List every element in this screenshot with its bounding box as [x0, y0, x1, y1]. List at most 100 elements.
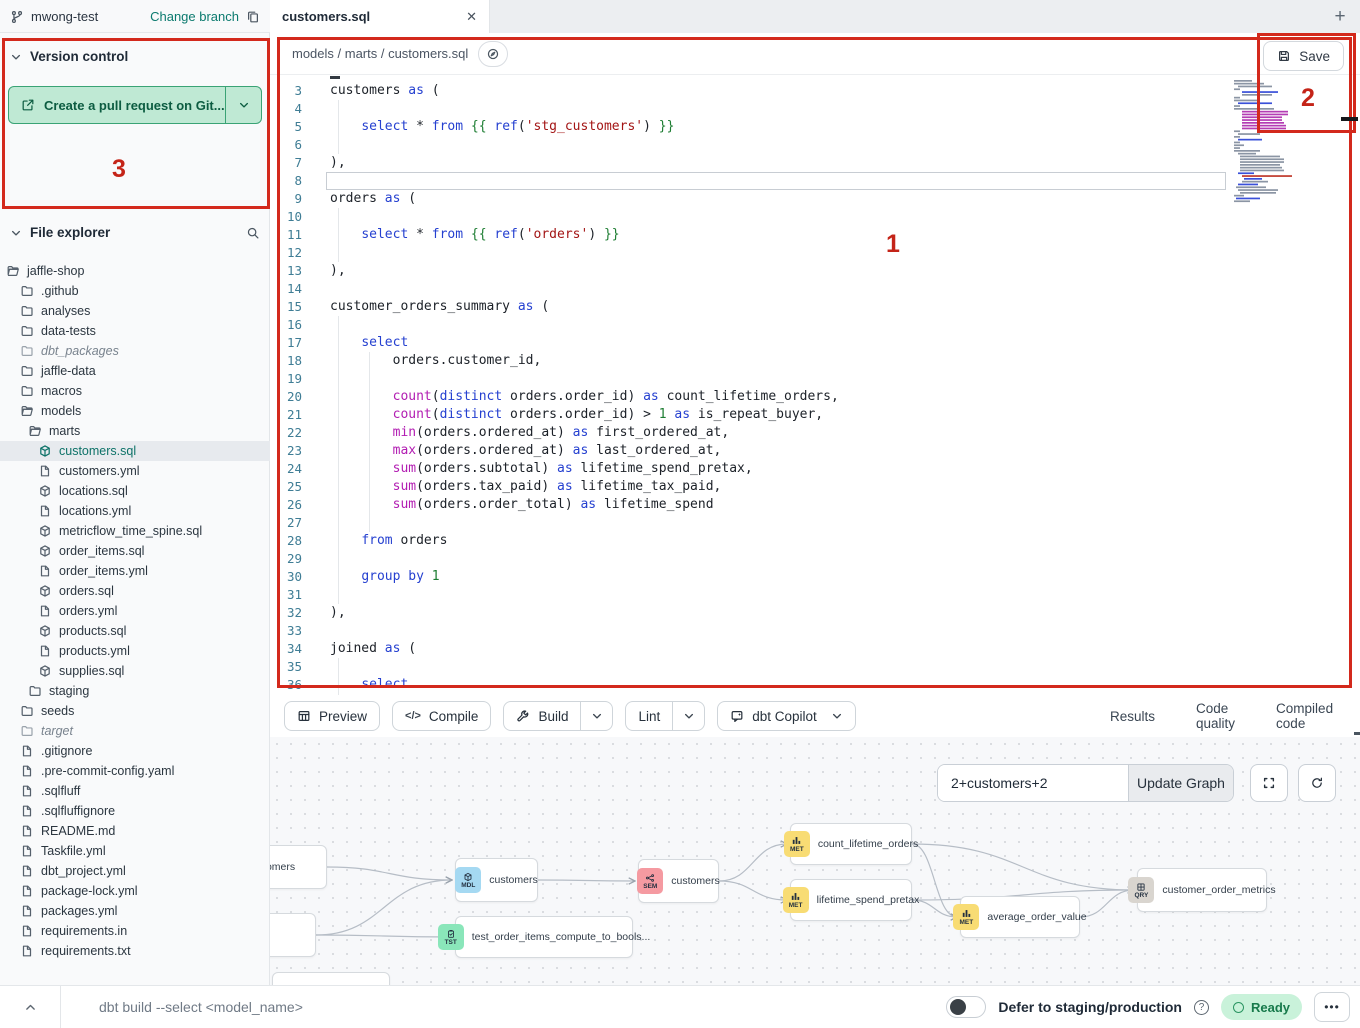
lint-button[interactable]: Lint — [625, 701, 705, 731]
tree-item[interactable]: metricflow_time_spine.sql — [0, 521, 270, 541]
expand-command-bar-icon[interactable] — [0, 1001, 60, 1014]
code-line[interactable]: sum(orders.order_total) as lifetime_spen… — [330, 496, 1230, 514]
tree-item[interactable]: marts — [0, 421, 270, 441]
tree-item[interactable]: .github — [0, 281, 270, 301]
code-line[interactable] — [330, 658, 1230, 676]
code-line[interactable]: select — [330, 676, 1230, 694]
code-line[interactable] — [330, 280, 1230, 298]
lineage-node-customers-sem[interactable]: SEMcustomers — [638, 859, 719, 903]
code-line[interactable]: from orders — [330, 532, 1230, 550]
code-lines[interactable]: customers as ( select * from {{ ref('stg… — [330, 82, 1230, 694]
tree-item[interactable]: customers.sql — [0, 441, 270, 461]
code-line[interactable]: min(orders.ordered_at) as first_ordered_… — [330, 424, 1230, 442]
tree-item[interactable]: orders.sql — [0, 581, 270, 601]
lineage-node-lifetime-spend-pretax[interactable]: METlifetime_spend_pretax — [790, 879, 912, 921]
tree-item[interactable]: supplies.sql — [0, 661, 270, 681]
tree-item[interactable]: package-lock.yml — [0, 881, 270, 901]
tree-item[interactable]: README.md — [0, 821, 270, 841]
code-editor[interactable]: 3456789101112131415161718192021222324252… — [270, 75, 1360, 695]
code-line[interactable]: sum(orders.tax_paid) as lifetime_tax_pai… — [330, 478, 1230, 496]
tree-item[interactable]: .sqlfluffignore — [0, 801, 270, 821]
lineage-node-test-order-items[interactable]: TSTtest_order_items_compute_to_bools... — [455, 916, 633, 958]
build-button[interactable]: Build — [503, 701, 613, 731]
tree-item[interactable]: target — [0, 721, 270, 741]
tree-item[interactable]: requirements.in — [0, 921, 270, 941]
tab-compiled-code[interactable]: Compiled code — [1276, 695, 1333, 737]
tree-item[interactable]: locations.yml — [0, 501, 270, 521]
code-line[interactable]: orders as ( — [330, 190, 1230, 208]
tree-item[interactable]: requirements.txt — [0, 941, 270, 961]
code-line[interactable]: ), — [330, 604, 1230, 622]
tree-item[interactable]: staging — [0, 681, 270, 701]
code-line[interactable] — [330, 514, 1230, 532]
code-line[interactable]: max(orders.ordered_at) as last_ordered_a… — [330, 442, 1230, 460]
tab-customers-sql[interactable]: customers.sql ✕ — [270, 0, 490, 33]
tree-item[interactable]: seeds — [0, 701, 270, 721]
code-line[interactable]: select — [330, 334, 1230, 352]
lineage-node-orders[interactable]: orders — [270, 913, 316, 957]
create-pr-button[interactable]: Create a pull request on Git... — [8, 86, 262, 124]
tree-item[interactable]: analyses — [0, 301, 270, 321]
tree-item[interactable]: dbt_project.yml — [0, 861, 270, 881]
defer-toggle[interactable] — [946, 996, 986, 1018]
save-button[interactable]: Save — [1263, 41, 1344, 71]
copilot-button[interactable]: dbt Copilot — [717, 701, 856, 731]
change-branch-link[interactable]: Change branch — [150, 9, 239, 24]
code-line[interactable]: group by 1 — [330, 568, 1230, 586]
tree-item[interactable]: customers.yml — [0, 461, 270, 481]
close-icon[interactable]: ✕ — [466, 9, 477, 25]
code-line[interactable]: select * from {{ ref('orders') }} — [330, 226, 1230, 244]
code-line[interactable] — [330, 100, 1230, 118]
tree-item[interactable]: jaffle-shop — [0, 261, 270, 281]
tree-item[interactable]: dbt_packages — [0, 341, 270, 361]
refresh-button[interactable] — [1298, 764, 1336, 802]
tree-item[interactable]: .pre-commit-config.yaml — [0, 761, 270, 781]
new-tab-button[interactable]: + — [1320, 0, 1360, 33]
lineage-node-partial[interactable] — [272, 972, 390, 985]
lineage-node-customer-order-metrics[interactable]: QRYcustomer_order_metrics — [1137, 868, 1267, 912]
code-line[interactable] — [330, 622, 1230, 640]
tree-item[interactable]: Taskfile.yml — [0, 841, 270, 861]
lint-dropdown[interactable] — [672, 702, 704, 730]
more-options-button[interactable]: ••• — [1314, 992, 1350, 1022]
tree-item[interactable]: locations.sql — [0, 481, 270, 501]
code-line[interactable] — [330, 370, 1230, 388]
lineage-filter-input[interactable]: 2+customers+2 — [938, 765, 1128, 801]
tab-results[interactable]: Results — [1110, 695, 1155, 737]
tree-item[interactable]: jaffle-data — [0, 361, 270, 381]
code-line[interactable]: joined as ( — [330, 640, 1230, 658]
tree-item[interactable]: orders.yml — [0, 601, 270, 621]
lineage-node-customers-mdl[interactable]: MDLcustomers — [455, 858, 538, 902]
code-line[interactable]: orders.customer_id, — [330, 352, 1230, 370]
build-dropdown[interactable] — [580, 702, 612, 730]
tree-item[interactable]: packages.yml — [0, 901, 270, 921]
code-line[interactable]: count(distinct orders.order_id) as count… — [330, 388, 1230, 406]
compile-button[interactable]: </>Compile — [392, 701, 491, 731]
code-line[interactable]: customer_orders_summary as ( — [330, 298, 1230, 316]
code-line[interactable]: sum(orders.subtotal) as lifetime_spend_p… — [330, 460, 1230, 478]
code-line[interactable] — [330, 586, 1230, 604]
tree-item[interactable]: data-tests — [0, 321, 270, 341]
code-line[interactable]: customers as ( — [330, 82, 1230, 100]
code-line[interactable] — [330, 172, 1230, 190]
tree-item[interactable]: products.sql — [0, 621, 270, 641]
code-line[interactable] — [330, 244, 1230, 262]
code-line[interactable] — [330, 136, 1230, 154]
code-line[interactable]: select * from {{ ref('stg_customers') }} — [330, 118, 1230, 136]
code-line[interactable] — [330, 316, 1230, 334]
fullscreen-button[interactable] — [1250, 764, 1288, 802]
tree-item[interactable]: products.yml — [0, 641, 270, 661]
tree-item[interactable]: .sqlfluff — [0, 781, 270, 801]
tree-item[interactable]: order_items.yml — [0, 561, 270, 581]
help-icon[interactable]: ? — [1194, 1000, 1209, 1015]
tree-item[interactable]: macros — [0, 381, 270, 401]
search-icon[interactable] — [246, 226, 260, 240]
format-button[interactable] — [478, 41, 508, 67]
lineage-node-average-order-value[interactable]: METaverage_order_value — [960, 896, 1080, 938]
update-graph-button[interactable]: Update Graph — [1128, 765, 1233, 801]
version-control-header[interactable]: Version control — [10, 49, 128, 64]
tab-code-quality[interactable]: Code quality — [1196, 695, 1235, 737]
preview-button[interactable]: Preview — [284, 701, 380, 731]
lineage-node-stg-customers[interactable]: stg_customers — [270, 845, 327, 889]
create-pr-main[interactable]: Create a pull request on Git... — [9, 87, 225, 123]
